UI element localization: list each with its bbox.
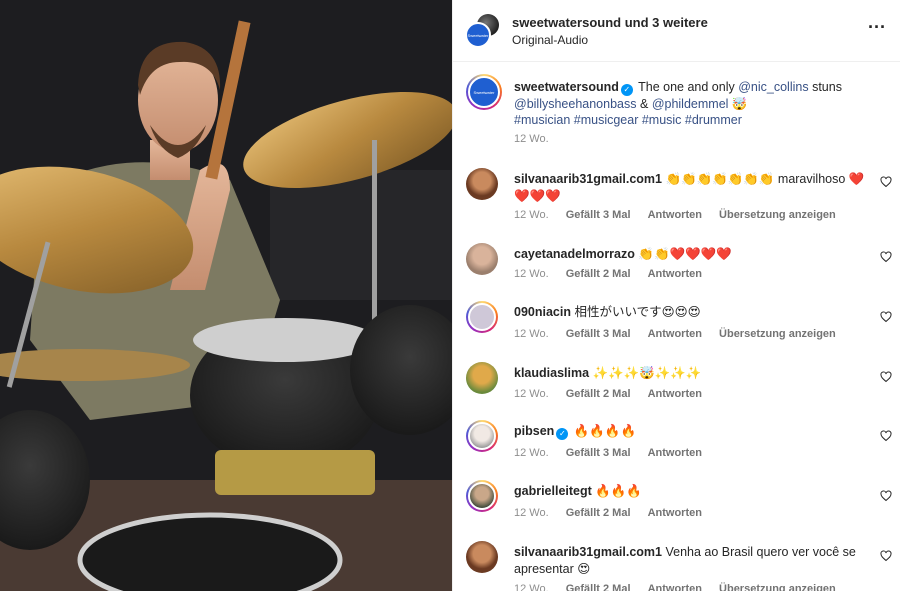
verified-badge-icon: ✓: [620, 84, 633, 96]
comment-item: gabrielleitegt 🔥🔥🔥 12 Wo. Gefällt 2 Mal …: [453, 480, 900, 540]
heart-outline-icon[interactable]: [880, 550, 892, 562]
caption-hashtags[interactable]: #musician #musicgear #music #drummer: [514, 113, 742, 127]
comment-time[interactable]: 12 Wo.: [514, 328, 549, 340]
comment-likes[interactable]: Gefällt 2 Mal: [566, 507, 631, 519]
post-media[interactable]: [0, 0, 452, 591]
translate-button[interactable]: Übersetzung anzeigen: [719, 209, 836, 221]
verified-badge-icon: ✓: [556, 428, 569, 440]
comment-likes[interactable]: Gefällt 2 Mal: [566, 388, 631, 400]
caption-username[interactable]: sweetwatersound: [514, 80, 619, 94]
comment-text: silvanaarib31gmail.com1 👏👏👏👏👏👏👏 maravilh…: [514, 172, 865, 203]
sweetwater-avatar: Sweetwater: [465, 22, 491, 48]
comment-item: cayetanadelmorrazo 👏👏❤️❤️❤️❤️ 12 Wo. Gef…: [453, 243, 900, 303]
comment-meta: 12 Wo. Gefällt 3 Mal Antworten Übersetzu…: [514, 209, 850, 221]
comment-username[interactable]: silvanaarib31gmail.com1: [514, 172, 662, 186]
comment-text: 090niacin 相性がいいです😍😍😍: [514, 305, 701, 319]
header-avatar-stack[interactable]: Sweetwater: [465, 14, 503, 48]
comment-item: pibsen ✓ 🔥🔥🔥🔥 12 Wo. Gefällt 3 Mal Antwor…: [453, 420, 900, 480]
comment-meta: 12 Wo. Gefällt 3 Mal Antworten Übersetzu…: [514, 328, 850, 340]
caption-text: sweetwatersound ✓ The one and only @nic_c…: [514, 80, 842, 127]
reply-button[interactable]: Antworten: [648, 388, 702, 400]
comment-username[interactable]: klaudiaslima: [514, 366, 589, 380]
comment-username[interactable]: gabrielleitegt: [514, 484, 592, 498]
heart-outline-icon[interactable]: [880, 490, 892, 502]
translate-button[interactable]: Übersetzung anzeigen: [719, 583, 836, 591]
comment-text: gabrielleitegt 🔥🔥🔥: [514, 484, 642, 498]
comment-avatar[interactable]: [466, 362, 498, 394]
comment-avatar[interactable]: [466, 301, 498, 333]
drummer-image: [0, 0, 452, 591]
comment-avatar[interactable]: [466, 480, 498, 512]
heart-outline-icon[interactable]: [880, 311, 892, 323]
comment-avatar[interactable]: [466, 541, 498, 573]
comment-likes[interactable]: Gefällt 3 Mal: [566, 447, 631, 459]
comment-likes[interactable]: Gefällt 2 Mal: [566, 268, 631, 280]
header-username[interactable]: sweetwatersound: [512, 15, 621, 30]
comment-username[interactable]: cayetanadelmorrazo: [514, 247, 635, 261]
comment-text: silvanaarib31gmail.com1 Venha ao Brasil …: [514, 545, 856, 576]
comment-avatar[interactable]: [466, 420, 498, 452]
comments-panel: Sweetwater sweetwatersound und 3 weitere…: [452, 0, 900, 591]
post-caption: Sweetwater sweetwatersound ✓ The one and …: [453, 72, 900, 152]
mention-nic-collins[interactable]: @nic_collins: [738, 80, 808, 94]
comment-likes[interactable]: Gefällt 2 Mal: [566, 583, 631, 591]
comment-item: klaudiaslima ✨✨✨🤯✨✨✨ 12 Wo. Gefällt 2 Ma…: [453, 362, 900, 422]
comment-text: klaudiaslima ✨✨✨🤯✨✨✨: [514, 366, 702, 380]
more-icon[interactable]: ···: [867, 18, 887, 40]
heart-outline-icon[interactable]: [880, 176, 892, 188]
comment-item: silvanaarib31gmail.com1 Venha ao Brasil …: [453, 541, 900, 591]
comment-meta: 12 Wo. Gefällt 3 Mal Antworten: [514, 447, 716, 459]
reply-button[interactable]: Antworten: [648, 328, 702, 340]
reply-button[interactable]: Antworten: [648, 209, 702, 221]
heart-outline-icon[interactable]: [880, 430, 892, 442]
comment-likes[interactable]: Gefällt 3 Mal: [566, 209, 631, 221]
comment-username[interactable]: pibsen: [514, 424, 554, 438]
post-header: Sweetwater sweetwatersound und 3 weitere…: [453, 0, 900, 62]
comment-text: cayetanadelmorrazo 👏👏❤️❤️❤️❤️: [514, 247, 732, 261]
comment-avatar[interactable]: [466, 243, 498, 275]
comment-avatar[interactable]: [466, 168, 498, 200]
reply-button[interactable]: Antworten: [648, 507, 702, 519]
caption-timestamp[interactable]: 12 Wo.: [514, 133, 549, 145]
comment-time[interactable]: 12 Wo.: [514, 447, 549, 459]
mention-billy-sheehan[interactable]: @billysheehanonbass: [514, 97, 637, 111]
header-usernames[interactable]: sweetwatersound und 3 weitere: [512, 15, 708, 30]
comment-meta: 12 Wo. Gefällt 2 Mal Antworten: [514, 268, 716, 280]
comment-username[interactable]: 090niacin: [514, 305, 571, 319]
comment-likes[interactable]: Gefällt 3 Mal: [566, 328, 631, 340]
comment-text: pibsen ✓ 🔥🔥🔥🔥: [514, 424, 637, 440]
comment-time[interactable]: 12 Wo.: [514, 507, 549, 519]
reply-button[interactable]: Antworten: [648, 447, 702, 459]
translate-button[interactable]: Übersetzung anzeigen: [719, 328, 836, 340]
comment-meta: 12 Wo. Gefällt 2 Mal Antworten Übersetzu…: [514, 583, 850, 591]
comment-time[interactable]: 12 Wo.: [514, 268, 549, 280]
reply-button[interactable]: Antworten: [648, 583, 702, 591]
comment-time[interactable]: 12 Wo.: [514, 583, 549, 591]
comment-item: 090niacin 相性がいいです😍😍😍 12 Wo. Gefällt 3 Ma…: [453, 301, 900, 361]
comment-time[interactable]: 12 Wo.: [514, 388, 549, 400]
comment-username[interactable]: silvanaarib31gmail.com1: [514, 545, 662, 559]
header-others[interactable]: und 3 weitere: [625, 15, 708, 30]
original-audio-link[interactable]: Original-Audio: [512, 33, 588, 47]
caption-avatar[interactable]: Sweetwater: [466, 74, 502, 110]
comment-time[interactable]: 12 Wo.: [514, 209, 549, 221]
heart-outline-icon[interactable]: [880, 371, 892, 383]
comment-item: silvanaarib31gmail.com1 👏👏👏👏👏👏👏 maravilh…: [453, 168, 900, 228]
comment-meta: 12 Wo. Gefällt 2 Mal Antworten: [514, 507, 716, 519]
heart-outline-icon[interactable]: [880, 251, 892, 263]
reply-button[interactable]: Antworten: [648, 268, 702, 280]
mention-phil-demmel[interactable]: @phildemmel: [652, 97, 729, 111]
comment-meta: 12 Wo. Gefällt 2 Mal Antworten: [514, 388, 716, 400]
